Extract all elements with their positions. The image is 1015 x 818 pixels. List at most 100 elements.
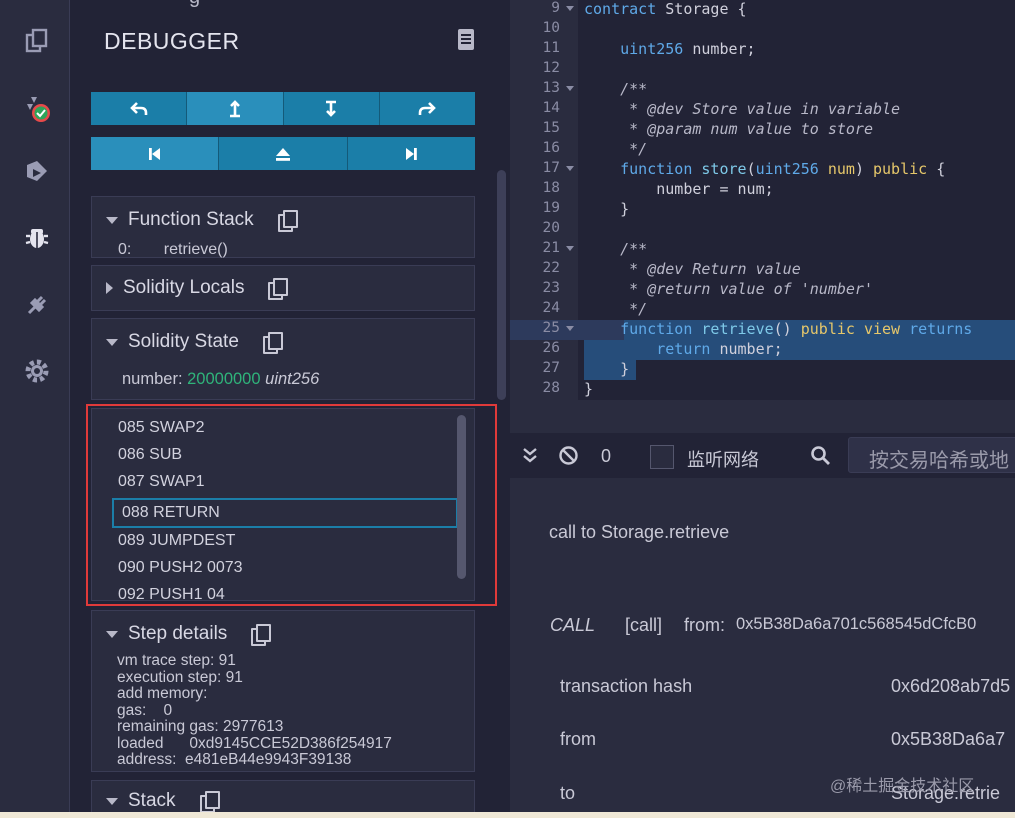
watermark: @稀土掘金技术社区 <box>830 778 975 795</box>
state-variable: number: 20000000 uint256 <box>122 370 319 389</box>
call-type: CALL <box>550 615 596 635</box>
step-into-button[interactable] <box>284 92 380 125</box>
function-stack-entry: 0: retrieve() <box>118 241 228 259</box>
to-row-label: to <box>560 783 576 803</box>
step-back-button[interactable] <box>91 92 188 125</box>
step-detail-line: vm trace step: 91 <box>117 652 236 669</box>
jump-button-row <box>91 137 475 170</box>
stack-label: Stack <box>128 790 176 811</box>
jump-next-breakpoint-button[interactable] <box>348 137 475 170</box>
opcode-scrollbar[interactable] <box>457 415 466 579</box>
copy-icon[interactable] <box>199 791 220 813</box>
state-var-value: 20000000 <box>187 370 261 388</box>
clear-console-icon[interactable] <box>558 445 579 466</box>
state-var-type: uint256 <box>265 370 320 388</box>
tx-hash-label: transaction hash <box>560 676 693 696</box>
bottom-strip <box>0 812 1015 818</box>
code-editor[interactable]: 9 10 11 12 13 14 15 16 17 18 19 20 21 22… <box>510 0 1015 400</box>
line-number: 25 <box>542 320 560 336</box>
step-detail-line: add memory: <box>117 685 208 702</box>
step-details-header[interactable]: Step details <box>106 623 272 646</box>
line-number: 18 <box>542 180 560 196</box>
code-line: contract Storage { <box>584 0 747 18</box>
documentation-icon[interactable] <box>456 28 476 52</box>
code-line: } <box>584 200 630 218</box>
code-line: /** <box>584 240 648 258</box>
code-line: number = num; <box>584 180 774 198</box>
state-var-name: number: <box>122 370 183 388</box>
fold-icon[interactable] <box>566 326 574 331</box>
line-number: 17 <box>542 160 560 176</box>
code-line: * @dev Return value <box>584 260 801 278</box>
code-line: * @return value of 'number' <box>584 280 873 298</box>
line-number: 21 <box>542 240 560 256</box>
step-out-button[interactable] <box>187 92 284 125</box>
code-line: } <box>584 360 630 378</box>
code-line: return number; <box>656 340 783 358</box>
stack-entry-value: retrieve() <box>163 241 228 258</box>
tx-search-placeholder: 按交易哈希或地 <box>869 450 1009 472</box>
code-line: } <box>584 380 594 398</box>
fold-icon[interactable] <box>566 246 574 251</box>
copy-icon[interactable] <box>277 210 298 232</box>
code-line: function retrieve() public view returns <box>620 320 973 338</box>
line-number: 27 <box>542 360 560 376</box>
solidity-locals-header[interactable]: Solidity Locals <box>106 277 289 300</box>
line-number: 24 <box>542 300 560 316</box>
title-fragment: g <box>189 0 200 9</box>
fold-icon[interactable] <box>566 6 574 11</box>
copy-icon[interactable] <box>262 332 283 354</box>
code-line: uint256 number; <box>620 40 756 58</box>
step-details-label: Step details <box>128 623 228 644</box>
caret-down-icon <box>106 338 118 346</box>
copy-icon[interactable] <box>268 278 289 300</box>
code-line: */ <box>584 300 648 318</box>
function-stack-card: Function Stack 0: retrieve() <box>91 196 475 258</box>
deploy-run-icon[interactable] <box>20 156 54 190</box>
line-number: 20 <box>542 220 560 236</box>
jump-out-button[interactable] <box>219 137 348 170</box>
line-number: 13 <box>542 80 560 96</box>
jump-previous-breakpoint-button[interactable] <box>91 137 220 170</box>
from-row-value: 0x5B38Da6a7 <box>891 729 1006 749</box>
solidity-state-label: Solidity State <box>128 331 239 352</box>
listen-network-checkbox[interactable] <box>650 445 674 469</box>
caret-down-icon <box>106 630 118 638</box>
code-line: * @param num value to store <box>584 120 873 138</box>
step-over-forward-button[interactable] <box>380 92 475 125</box>
code-line: function store(uint256 num) public { <box>620 160 946 178</box>
caret-down-icon <box>106 797 118 805</box>
function-stack-label: Function Stack <box>128 209 254 230</box>
line-number: 28 <box>542 380 560 396</box>
panel-title: DEBUGGER <box>104 28 240 54</box>
settings-icon[interactable] <box>20 354 54 388</box>
line-number: 23 <box>542 280 560 296</box>
file-explorer-icon[interactable] <box>20 24 54 58</box>
debugger-icon[interactable] <box>20 220 54 254</box>
line-number: 14 <box>542 100 560 116</box>
line-number: 11 <box>542 40 560 56</box>
panel-scrollbar[interactable] <box>497 170 506 400</box>
solidity-locals-label: Solidity Locals <box>123 277 245 298</box>
fold-icon[interactable] <box>566 86 574 91</box>
solidity-state-header[interactable]: Solidity State <box>106 331 283 354</box>
solidity-compiler-icon[interactable] <box>20 92 54 126</box>
search-icon[interactable] <box>810 445 831 466</box>
line-number: 10 <box>542 20 560 36</box>
line-number: 16 <box>542 140 560 156</box>
fold-icon[interactable] <box>566 166 574 171</box>
collapse-terminal-icon[interactable] <box>522 447 538 465</box>
tx-search-input[interactable]: 按交易哈希或地 <box>848 437 1015 473</box>
call-title: call to Storage.retrieve <box>549 522 730 542</box>
copy-icon[interactable] <box>251 624 272 646</box>
function-stack-header[interactable]: Function Stack <box>106 209 298 232</box>
step-button-row <box>91 92 475 125</box>
tx-hash-value: 0x6d208ab7d5 <box>891 676 1011 696</box>
stack-entry-index: 0: <box>118 241 132 258</box>
highlight-box <box>86 404 497 606</box>
pending-tx-count: 0 <box>601 446 612 466</box>
caret-down-icon <box>106 216 118 224</box>
line-number: 9 <box>551 0 560 16</box>
stack-header[interactable]: Stack <box>106 790 220 813</box>
plugin-manager-icon[interactable] <box>20 288 54 322</box>
